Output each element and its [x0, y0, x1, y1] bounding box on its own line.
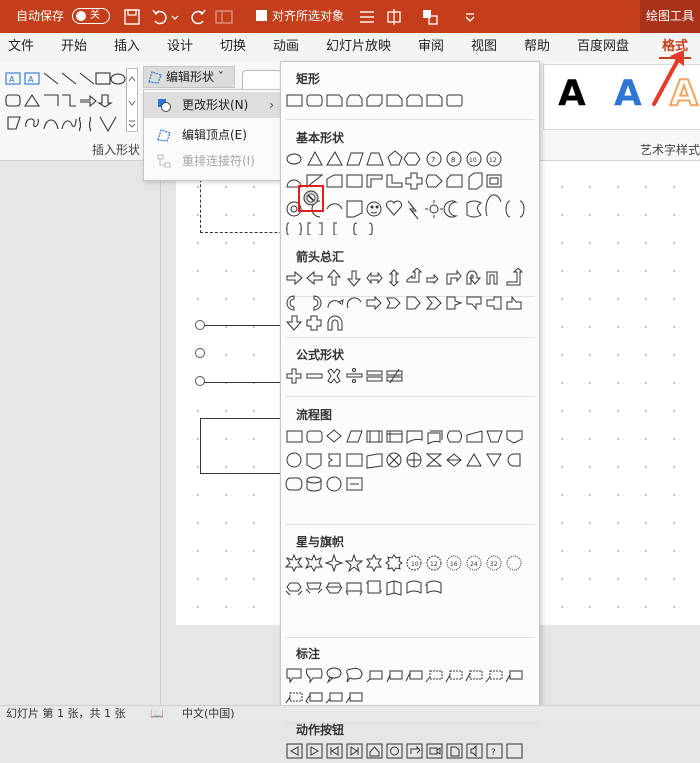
svg-text:8: 8: [451, 156, 455, 164]
block-arrows-shapes[interactable]: [284, 268, 536, 334]
context-tab-label: 绘图工具: [645, 9, 694, 23]
category-separator: [285, 637, 535, 638]
category-title: 动作按钮: [296, 723, 345, 737]
change-shape-label: 更改形状(N): [182, 98, 249, 112]
edit-shape-chevron-icon: ˇ: [214, 70, 224, 84]
gallery-scroll-arrows-icon: [128, 76, 136, 128]
svg-text:24: 24: [470, 561, 478, 568]
category-title: 流程图: [296, 408, 333, 422]
slide-counter: 幻灯片 第 1 张，共 1 张: [6, 707, 126, 720]
tab-baidu-netdisk[interactable]: 百度网盘: [577, 33, 629, 61]
equation-shapes[interactable]: [284, 366, 536, 388]
insert-shapes-gallery[interactable]: A A: [4, 69, 126, 133]
svg-text:?: ?: [491, 748, 496, 758]
svg-text:16: 16: [450, 561, 458, 568]
tab-design[interactable]: 设计: [167, 33, 193, 61]
annotation-arrow-icon: [652, 50, 684, 106]
category-title: 公式形状: [296, 348, 345, 362]
svg-text:32: 32: [490, 561, 498, 568]
wordart-style-blue[interactable]: A: [614, 73, 642, 114]
edit-points-menu-item[interactable]: 编辑顶点(E): [144, 122, 280, 148]
tab-help[interactable]: 帮助: [524, 33, 550, 61]
wordart-group-label: 艺术字样式: [640, 143, 700, 157]
tab-animations[interactable]: 动画: [273, 33, 299, 61]
svg-text:12: 12: [489, 157, 497, 164]
category-separator: [285, 524, 535, 525]
autosave-toggle[interactable]: 关: [72, 8, 110, 24]
tab-insert[interactable]: 插入: [114, 33, 140, 61]
tab-slideshow[interactable]: 幻灯片放映: [326, 33, 391, 61]
wordart-style-black[interactable]: A: [558, 73, 586, 114]
spell-check-icon[interactable]: 📖: [150, 706, 164, 722]
svg-text:A: A: [9, 75, 15, 84]
redo-icon[interactable]: [188, 7, 208, 27]
change-shape-gallery: 矩形 基本形状 7 8 10 12 箭头总汇 公式形状 流程图 星与旗帜 10 …: [280, 61, 540, 759]
bullets-icon[interactable]: [357, 7, 377, 27]
category-title: 箭头总汇: [296, 250, 345, 264]
category-title: 星与旗帜: [296, 535, 345, 549]
gallery-scrollbar[interactable]: [126, 68, 138, 132]
edit-points-label: 编辑顶点(E): [182, 128, 247, 142]
ribbon-tabs: 文件 开始 插入 设计 切换 动画 幻灯片放映 审阅 视图 帮助 百度网盘 格式: [0, 33, 700, 61]
drawing-tools-context-tab: 绘图工具: [640, 0, 700, 33]
flowchart-shapes[interactable]: [284, 426, 536, 494]
edit-shape-button[interactable]: 编辑形状 ˇ: [143, 66, 235, 88]
customize-qat-icon[interactable]: [460, 7, 480, 27]
resize-handle-mid-left[interactable]: [195, 348, 205, 358]
slide-layout-icon[interactable]: [214, 7, 234, 27]
tab-view[interactable]: 视图: [471, 33, 497, 61]
rectangles-shapes[interactable]: [284, 90, 536, 114]
stars-banners-shapes[interactable]: 10 12 16 24 32: [284, 553, 536, 599]
resize-handle-bottom-left[interactable]: [195, 376, 205, 386]
no-symbol-shape-icon[interactable]: [300, 187, 322, 209]
undo-icon[interactable]: [150, 7, 170, 27]
category-separator: [285, 396, 535, 397]
reroute-connectors-label: 重排连接符(I): [182, 154, 255, 168]
toggle-knob: [76, 11, 86, 21]
undo-dropdown-icon[interactable]: [170, 7, 180, 27]
edit-shape-menu: 更改形状(N) › 编辑顶点(E) 重排连接符(I): [143, 89, 281, 181]
save-icon[interactable]: [122, 7, 142, 27]
status-bar: 幻灯片 第 1 张，共 1 张 📖 中文(中国): [0, 705, 700, 722]
svg-text:10: 10: [411, 561, 419, 568]
slide-thumbnail-panel[interactable]: [0, 161, 161, 705]
category-title: 基本形状: [296, 131, 345, 145]
svg-text:12: 12: [430, 561, 438, 568]
language-indicator[interactable]: 中文(中国): [182, 706, 235, 722]
category-title: 标注: [296, 647, 321, 661]
svg-text:10: 10: [469, 157, 477, 164]
submenu-arrow-icon: ›: [269, 98, 274, 112]
resize-handle-top-left[interactable]: [195, 320, 205, 330]
tab-file[interactable]: 文件: [8, 33, 34, 61]
change-shape-icon: [158, 99, 171, 112]
category-separator: [285, 337, 535, 338]
edit-points-icon: [157, 129, 171, 142]
edit-shape-label: 编辑形状: [166, 70, 215, 84]
align-checkbox[interactable]: [256, 10, 267, 21]
edit-shape-icon: [148, 71, 162, 84]
tab-transitions[interactable]: 切换: [220, 33, 246, 61]
group-icon[interactable]: [420, 7, 440, 27]
distribute-icon[interactable]: [384, 7, 404, 27]
insert-shapes-group-label: 插入形状: [92, 143, 141, 157]
action-buttons-shapes[interactable]: ?: [284, 741, 536, 763]
align-label: 对齐所选对象: [272, 9, 345, 23]
category-title: 矩形: [296, 72, 321, 86]
title-bar: 自动保存 关 对齐所选对象 绘图工具: [0, 0, 700, 33]
autosave-state: 关: [90, 10, 100, 21]
svg-text:A: A: [28, 75, 34, 84]
category-separator: [285, 119, 535, 120]
callouts-shapes[interactable]: [284, 665, 536, 709]
tab-home[interactable]: 开始: [61, 33, 87, 61]
autosave-label: 自动保存: [16, 9, 65, 23]
svg-text:7: 7: [431, 156, 435, 164]
reroute-connectors-icon: [157, 154, 171, 168]
tab-review[interactable]: 审阅: [418, 33, 444, 61]
change-shape-menu-item[interactable]: 更改形状(N) ›: [144, 92, 280, 118]
reroute-connectors-menu-item: 重排连接符(I): [144, 148, 280, 174]
